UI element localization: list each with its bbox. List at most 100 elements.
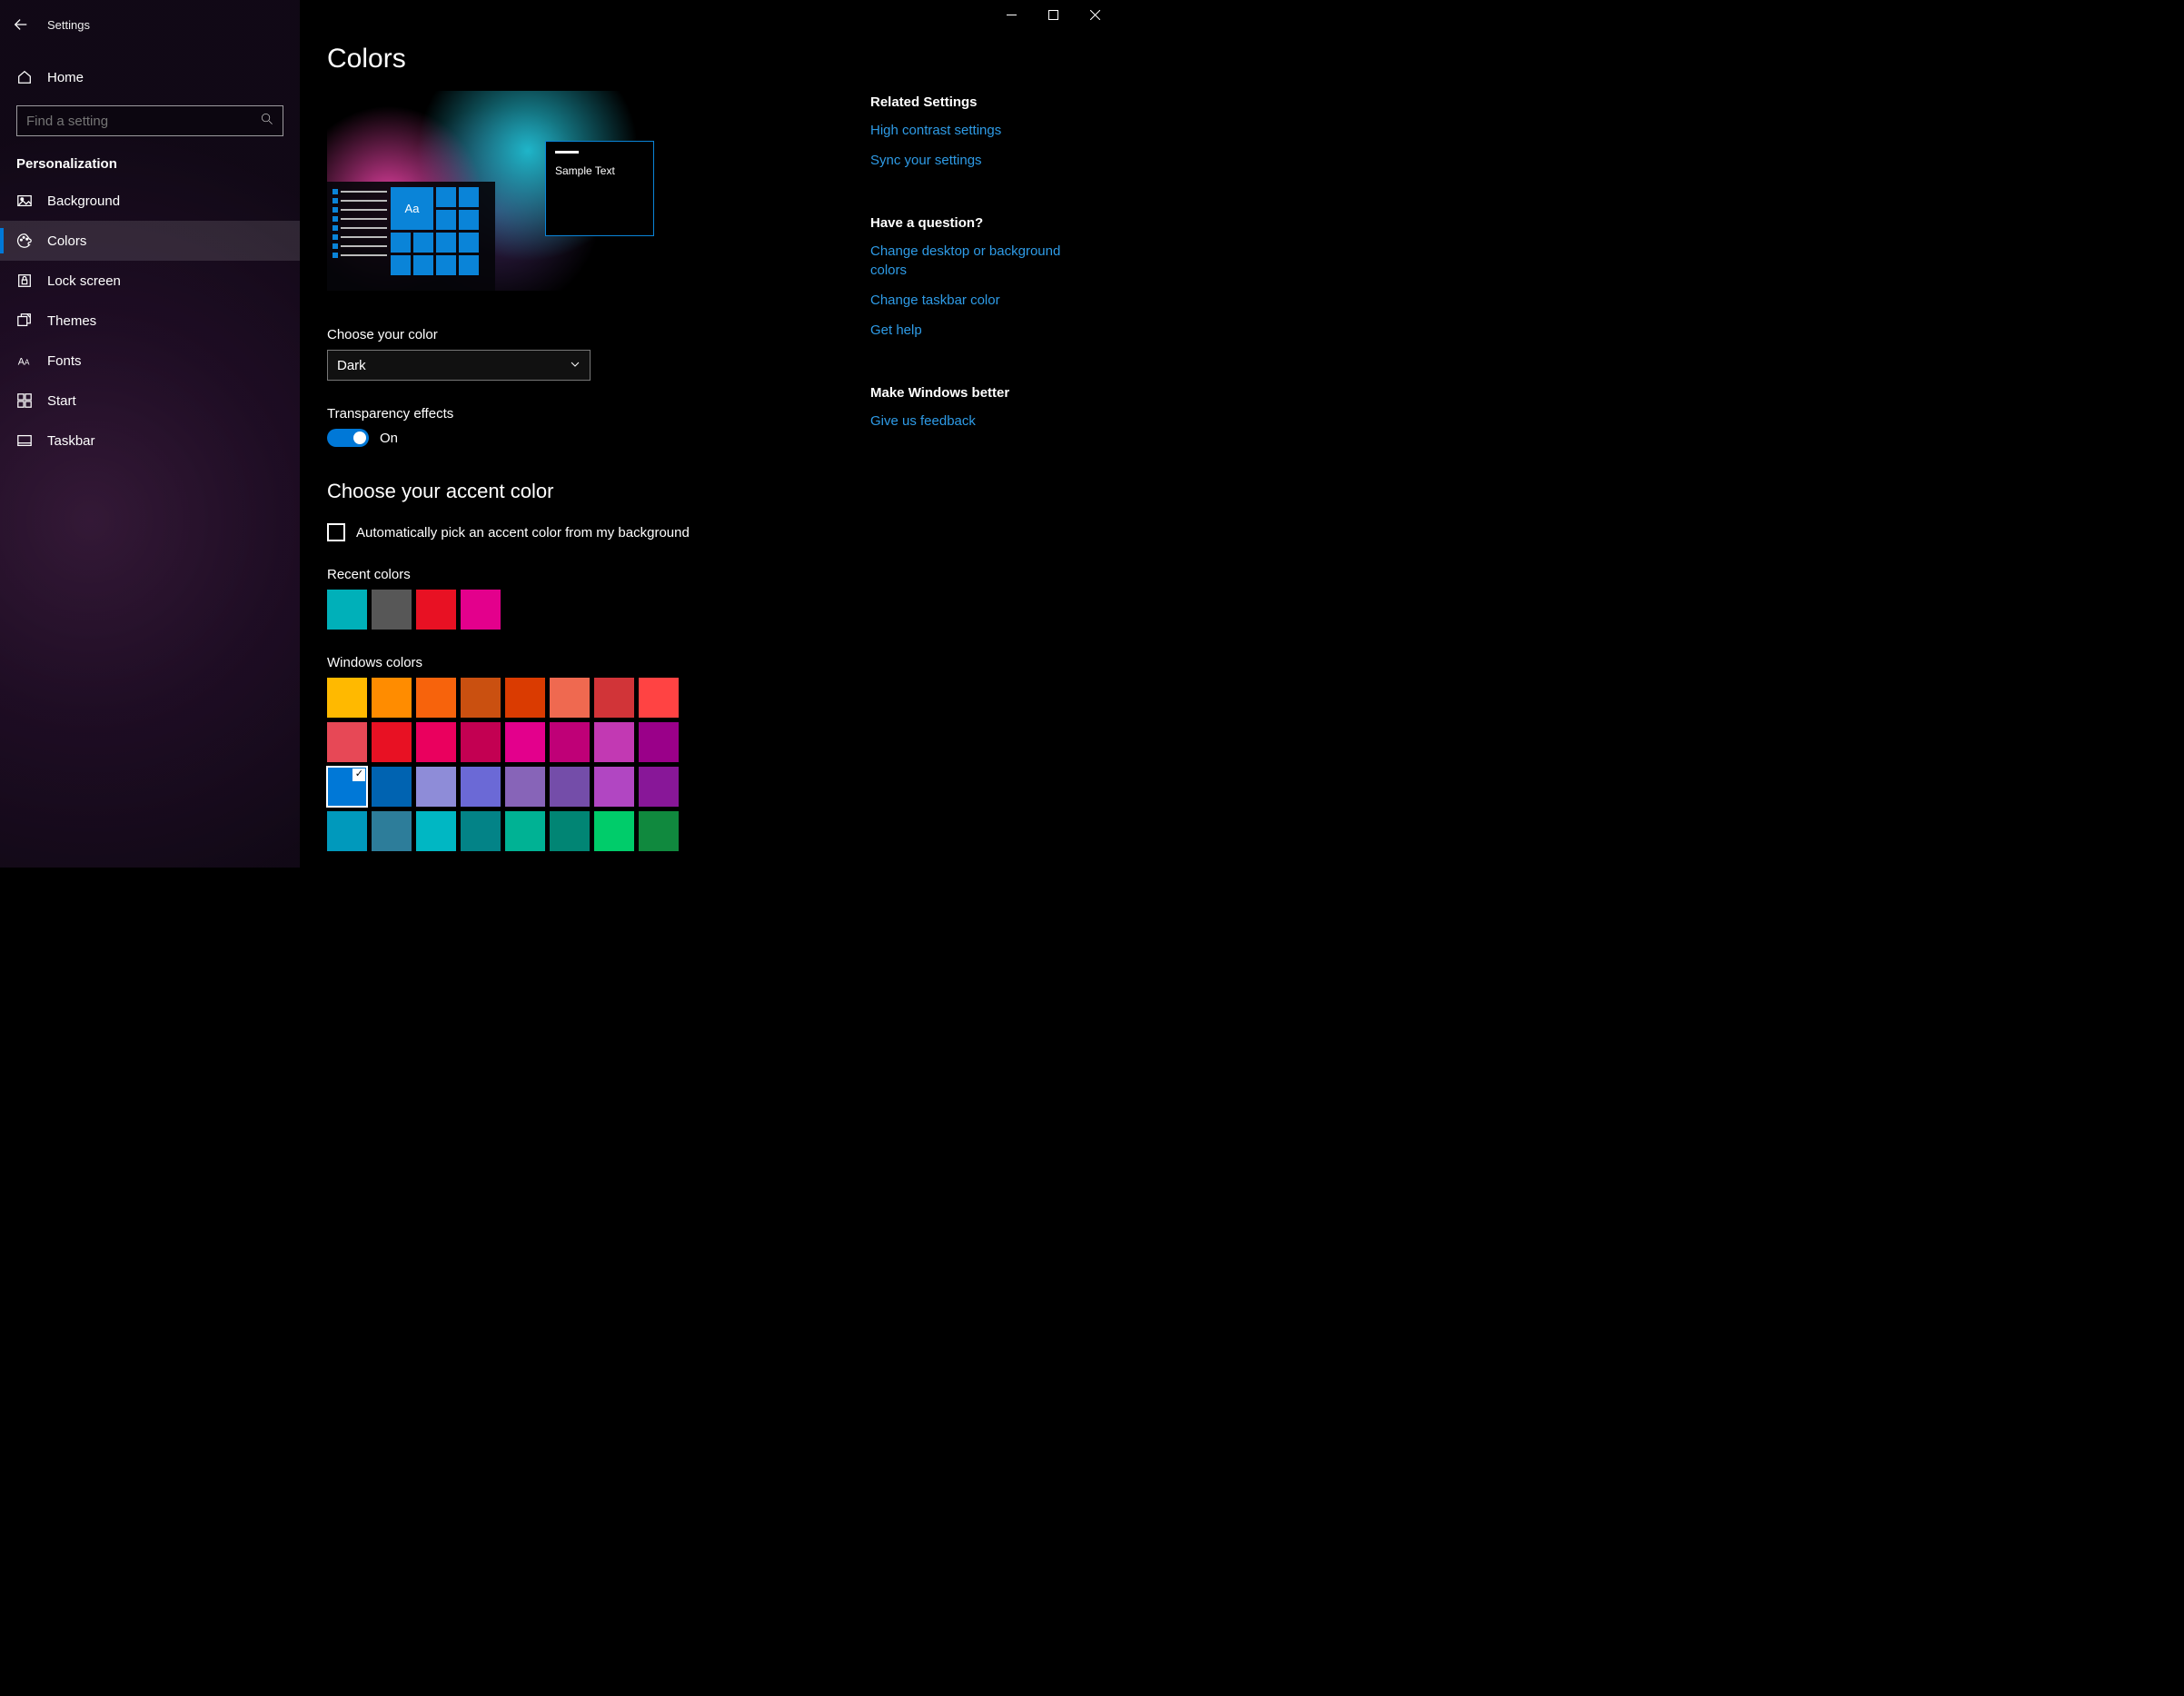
window-controls	[990, 0, 1116, 29]
picture-icon	[16, 193, 33, 209]
sidebar-header: Settings	[0, 9, 300, 40]
windows-color-swatch[interactable]	[639, 767, 679, 807]
windows-color-swatch[interactable]	[416, 678, 456, 718]
link-change-desktop-colors[interactable]: Change desktop or background colors	[870, 242, 1088, 280]
windows-color-swatch[interactable]	[327, 767, 367, 807]
windows-color-swatch[interactable]	[550, 811, 590, 851]
auto-pick-checkbox[interactable]	[327, 523, 345, 541]
windows-color-swatch[interactable]	[416, 811, 456, 851]
recent-color-swatch[interactable]	[416, 590, 456, 630]
sidebar-item-lock-screen[interactable]: Lock screen	[0, 261, 300, 301]
home-nav[interactable]: Home	[0, 60, 300, 94]
link-change-taskbar-color[interactable]: Change taskbar color	[870, 291, 1088, 310]
preview-tile-text: Aa	[391, 187, 433, 230]
windows-color-swatch[interactable]	[550, 722, 590, 762]
sidebar-item-start[interactable]: Start	[0, 381, 300, 421]
sidebar-item-label: Themes	[47, 313, 96, 329]
lock-screen-icon	[16, 273, 33, 289]
maximize-button[interactable]	[1032, 0, 1074, 29]
windows-color-swatch[interactable]	[594, 722, 634, 762]
color-mode-dropdown[interactable]: Dark	[327, 350, 591, 381]
transparency-toggle[interactable]	[327, 429, 369, 447]
sidebar: Settings Home Personalization Background	[0, 0, 300, 868]
windows-color-swatch[interactable]	[327, 722, 367, 762]
sidebar-item-fonts[interactable]: AA Fonts	[0, 341, 300, 381]
recent-color-swatch[interactable]	[461, 590, 501, 630]
sidebar-item-taskbar[interactable]: Taskbar	[0, 421, 300, 461]
windows-color-swatch[interactable]	[461, 678, 501, 718]
windows-color-swatch[interactable]	[461, 811, 501, 851]
windows-color-swatch[interactable]	[639, 722, 679, 762]
windows-color-swatch[interactable]	[372, 722, 412, 762]
windows-color-swatch[interactable]	[372, 811, 412, 851]
sidebar-item-label: Lock screen	[47, 273, 121, 289]
choose-color-label: Choose your color	[327, 327, 852, 342]
windows-color-swatch[interactable]	[594, 811, 634, 851]
windows-color-swatch[interactable]	[372, 678, 412, 718]
windows-color-swatch[interactable]	[550, 678, 590, 718]
link-sync-settings[interactable]: Sync your settings	[870, 151, 1088, 170]
theme-preview: Aa Sample Text	[327, 91, 636, 291]
search-icon	[261, 113, 273, 129]
windows-color-swatch[interactable]	[505, 722, 545, 762]
main-content: Colors Aa	[300, 0, 1116, 868]
windows-color-swatch[interactable]	[327, 811, 367, 851]
taskbar-icon	[16, 432, 33, 449]
settings-window: Settings Home Personalization Background	[0, 0, 1116, 868]
search-input[interactable]	[26, 114, 261, 129]
windows-color-swatch[interactable]	[594, 678, 634, 718]
link-feedback[interactable]: Give us feedback	[870, 412, 1088, 431]
sidebar-item-label: Background	[47, 193, 120, 209]
link-high-contrast[interactable]: High contrast settings	[870, 121, 1088, 140]
fonts-icon: AA	[16, 352, 33, 369]
windows-color-swatch[interactable]	[461, 722, 501, 762]
sidebar-item-label: Fonts	[47, 353, 82, 369]
related-settings-heading: Related Settings	[870, 94, 1088, 110]
home-icon	[16, 69, 33, 85]
recent-color-swatch[interactable]	[327, 590, 367, 630]
windows-color-swatch[interactable]	[594, 767, 634, 807]
windows-color-swatch[interactable]	[639, 678, 679, 718]
recent-colors-label: Recent colors	[327, 567, 852, 582]
start-icon	[16, 392, 33, 409]
transparency-label: Transparency effects	[327, 406, 852, 422]
app-title: Settings	[47, 18, 90, 32]
themes-icon	[16, 312, 33, 329]
windows-color-swatch[interactable]	[505, 811, 545, 851]
windows-color-swatch[interactable]	[461, 767, 501, 807]
accent-heading: Choose your accent color	[327, 480, 852, 503]
color-mode-value: Dark	[337, 358, 366, 373]
link-get-help[interactable]: Get help	[870, 321, 1088, 340]
sidebar-item-label: Start	[47, 393, 76, 409]
palette-icon	[16, 233, 33, 249]
windows-color-swatch[interactable]	[416, 722, 456, 762]
windows-color-swatch[interactable]	[327, 678, 367, 718]
recent-color-swatch[interactable]	[372, 590, 412, 630]
back-arrow-icon[interactable]	[13, 16, 29, 33]
windows-color-swatch[interactable]	[550, 767, 590, 807]
sidebar-item-colors[interactable]: Colors	[0, 221, 300, 261]
sidebar-item-themes[interactable]: Themes	[0, 301, 300, 341]
transparency-state: On	[380, 431, 398, 446]
preview-sample-window: Sample Text	[545, 141, 654, 236]
content-column: Colors Aa	[327, 44, 852, 868]
sidebar-item-label: Taskbar	[47, 433, 95, 449]
make-better-heading: Make Windows better	[870, 385, 1088, 401]
minimize-button[interactable]	[990, 0, 1032, 29]
svg-text:A: A	[25, 359, 30, 367]
preview-start-menu: Aa	[327, 182, 495, 291]
windows-color-swatch[interactable]	[372, 767, 412, 807]
sidebar-item-background[interactable]: Background	[0, 181, 300, 221]
close-button[interactable]	[1074, 0, 1116, 29]
windows-color-swatch[interactable]	[416, 767, 456, 807]
windows-color-swatch[interactable]	[505, 678, 545, 718]
chevron-down-icon	[570, 358, 581, 373]
windows-color-swatch[interactable]	[505, 767, 545, 807]
question-heading: Have a question?	[870, 215, 1088, 231]
search-box[interactable]	[16, 105, 283, 136]
windows-colors-label: Windows colors	[327, 655, 852, 670]
page-title: Colors	[327, 44, 852, 74]
home-label: Home	[47, 70, 84, 85]
section-label: Personalization	[0, 136, 300, 181]
windows-color-swatch[interactable]	[639, 811, 679, 851]
